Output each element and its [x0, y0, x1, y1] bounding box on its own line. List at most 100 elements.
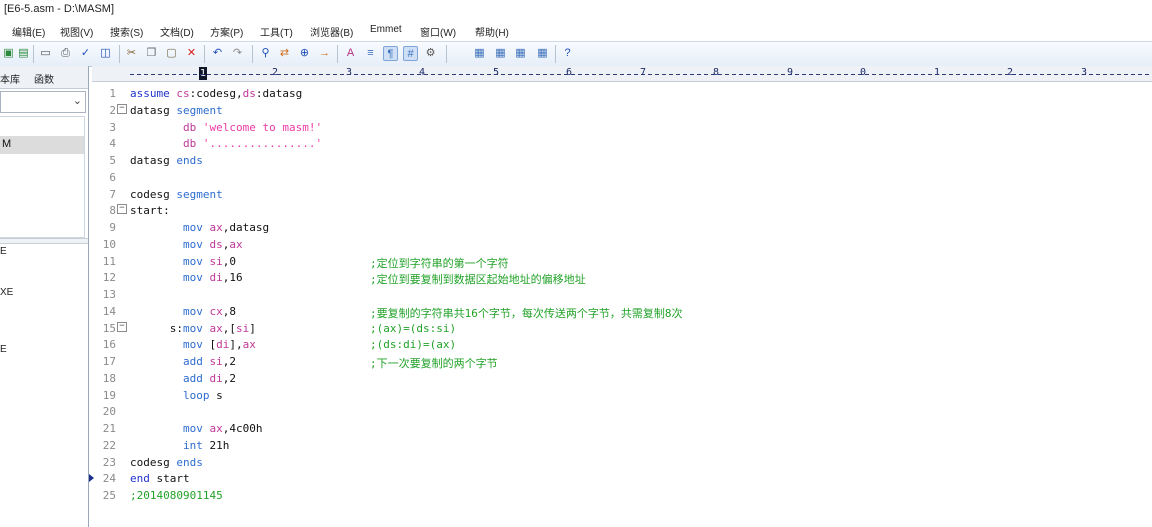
code-token: start:: [130, 204, 170, 217]
line-number: 24: [102, 472, 116, 485]
code-token: loop: [130, 389, 217, 402]
code-text: datasg segment: [130, 104, 223, 117]
code-line[interactable]: 20: [92, 403, 1152, 420]
delete-icon[interactable]: ✕: [184, 46, 199, 61]
cut-icon[interactable]: ✂: [124, 46, 139, 61]
menu-item[interactable]: Emmet: [370, 24, 402, 35]
code-line[interactable]: 2− datasg segment: [92, 102, 1152, 119]
save-all-icon[interactable]: ▤: [16, 46, 31, 61]
word-wrap-icon[interactable]: ≡: [363, 46, 378, 61]
paste-icon[interactable]: ▢: [164, 46, 179, 61]
line-numbers-icon[interactable]: #: [403, 46, 418, 61]
code-token: end: [130, 472, 157, 485]
code-line[interactable]: 15− s:mov ax,[si] ;(ax)=(ds:si): [92, 320, 1152, 337]
find-icon[interactable]: ⚲: [258, 46, 273, 61]
code-token: add: [130, 372, 210, 385]
find-in-files-icon[interactable]: ⊕: [297, 46, 312, 61]
fold-toggle-icon[interactable]: −: [117, 104, 127, 114]
code-token: ax: [209, 322, 223, 335]
code-token: ;2014080901145: [130, 489, 223, 502]
menu-item[interactable]: 工具(T): [260, 24, 293, 39]
toolbar-separator: [555, 45, 556, 63]
code-line[interactable]: 25 ;2014080901145: [92, 487, 1152, 504]
undo-icon[interactable]: ↶: [210, 46, 225, 61]
sidebar-dropdown[interactable]: ⌄: [0, 91, 86, 113]
code-line[interactable]: 14 mov cx,8 ;要复制的字符串共16个字节，每次传送两个字节，共需复制8…: [92, 303, 1152, 320]
code-line[interactable]: 22 int 21h: [92, 437, 1152, 454]
toolbar: ▣ ▤ ▭ ⎙ ✓ ◫ ✂ ❐ ▢ ✕ ↶ ↷ ⚲ ⇄ ⊕ → A ≡ ¶ # ⚙ ▦ ▦ ▦ ▦?: [0, 41, 1152, 67]
line-number: 21: [102, 422, 116, 435]
file-list-item[interactable]: XE: [0, 287, 13, 298]
code-text: db '................': [130, 137, 322, 150]
save-icon[interactable]: ▣: [1, 46, 16, 61]
code-line[interactable]: 11 mov si,0 ;定位到字符串的第一个字符: [92, 253, 1152, 270]
sidebar-list[interactable]: [0, 116, 85, 238]
print-preview-icon[interactable]: ▭: [38, 46, 53, 61]
spell-check-icon[interactable]: ✓: [78, 46, 93, 61]
code-line[interactable]: 19 loop s: [92, 387, 1152, 404]
code-token: ax: [209, 422, 223, 435]
chevron-down-icon: ⌄: [72, 95, 82, 107]
sidebar-list-selected-item[interactable]: M: [0, 136, 84, 154]
font-icon[interactable]: A: [343, 46, 358, 61]
code-token: codesg: [130, 456, 177, 469]
code-line[interactable]: 21 mov ax,4c00h: [92, 420, 1152, 437]
menu-item[interactable]: 窗口(W): [420, 24, 456, 39]
code-line[interactable]: 5 datasg ends: [92, 152, 1152, 169]
code-line[interactable]: 18 add di,2: [92, 370, 1152, 387]
code-line[interactable]: 1 assume cs:codesg,ds:datasg: [92, 85, 1152, 102]
menu-item[interactable]: 方案(P): [210, 24, 243, 39]
code-text: datasg ends: [130, 154, 203, 167]
code-line[interactable]: 8− start:: [92, 202, 1152, 219]
goto-icon[interactable]: →: [317, 46, 332, 61]
redo-icon[interactable]: ↷: [230, 46, 245, 61]
tab-functions[interactable]: 函数: [34, 71, 54, 86]
fold-toggle-icon[interactable]: −: [117, 204, 127, 214]
code-line[interactable]: 7 codesg segment: [92, 186, 1152, 203]
file-list-item[interactable]: E: [0, 246, 7, 257]
sidebar-splitter[interactable]: [0, 238, 88, 244]
code-line[interactable]: 3 db 'welcome to masm!': [92, 119, 1152, 136]
show-whitespace-icon[interactable]: ¶: [383, 46, 398, 61]
code-line[interactable]: 23 codesg ends: [92, 454, 1152, 471]
copy-icon[interactable]: ❐: [144, 46, 159, 61]
replace-icon[interactable]: ⇄: [277, 46, 292, 61]
menu-item[interactable]: 搜索(S): [110, 24, 143, 39]
code-line[interactable]: 12 mov di,16 ;定位到要复制到数据区起始地址的偏移地址: [92, 269, 1152, 286]
print-icon[interactable]: ⎙: [58, 46, 73, 61]
code-line[interactable]: 24 end start: [89, 470, 1152, 487]
tab-library[interactable]: 本库: [0, 71, 20, 86]
code-line[interactable]: 17 add si,2 ;下一次要复制的两个字节: [92, 353, 1152, 370]
code-text: ;2014080901145: [130, 489, 223, 502]
fold-toggle-icon[interactable]: −: [117, 322, 127, 332]
code-line[interactable]: 4 db '................': [92, 135, 1152, 152]
menu-item[interactable]: 视图(V): [60, 24, 93, 39]
help-icon[interactable]: ?: [560, 46, 575, 61]
line-number: 23: [102, 456, 116, 469]
menu-item[interactable]: 文档(D): [160, 24, 194, 39]
code-editor[interactable]: 1 assume cs:codesg,ds:datasg 2− datasg segm…: [89, 82, 1152, 527]
code-line[interactable]: 10 mov ds,ax: [92, 236, 1152, 253]
window-1-icon[interactable]: ▦: [472, 46, 487, 61]
window-4-icon[interactable]: ▦: [535, 46, 550, 61]
code-line[interactable]: 6: [92, 169, 1152, 186]
settings-icon[interactable]: ⚙: [423, 46, 438, 61]
window-3-icon[interactable]: ▦: [513, 46, 528, 61]
ruler-ticks: [130, 74, 1152, 75]
code-text: mov ax,datasg: [130, 221, 269, 234]
code-line[interactable]: 13: [92, 286, 1152, 303]
menu-item[interactable]: 浏览器(B): [310, 24, 353, 39]
menu-item[interactable]: 编辑(E): [12, 24, 45, 39]
menu-bar: 编辑(E) 视图(V) 搜索(S) 文档(D) 方案(P) 工具(T) 浏览器(B) Emme…: [0, 20, 1152, 40]
file-list-item[interactable]: E: [0, 344, 7, 355]
code-text: assume cs:codesg,ds:datasg: [130, 87, 302, 100]
compare-icon[interactable]: ◫: [98, 46, 113, 61]
line-number: 13: [102, 288, 116, 301]
code-token: mov: [130, 221, 210, 234]
ruler-label: 3: [1081, 67, 1088, 78]
code-text: start:: [130, 204, 170, 217]
code-line[interactable]: 16 mov [di],ax ;(ds:di)=(ax): [92, 336, 1152, 353]
window-2-icon[interactable]: ▦: [493, 46, 508, 61]
code-line[interactable]: 9 mov ax,datasg: [92, 219, 1152, 236]
menu-item[interactable]: 帮助(H): [475, 24, 509, 39]
